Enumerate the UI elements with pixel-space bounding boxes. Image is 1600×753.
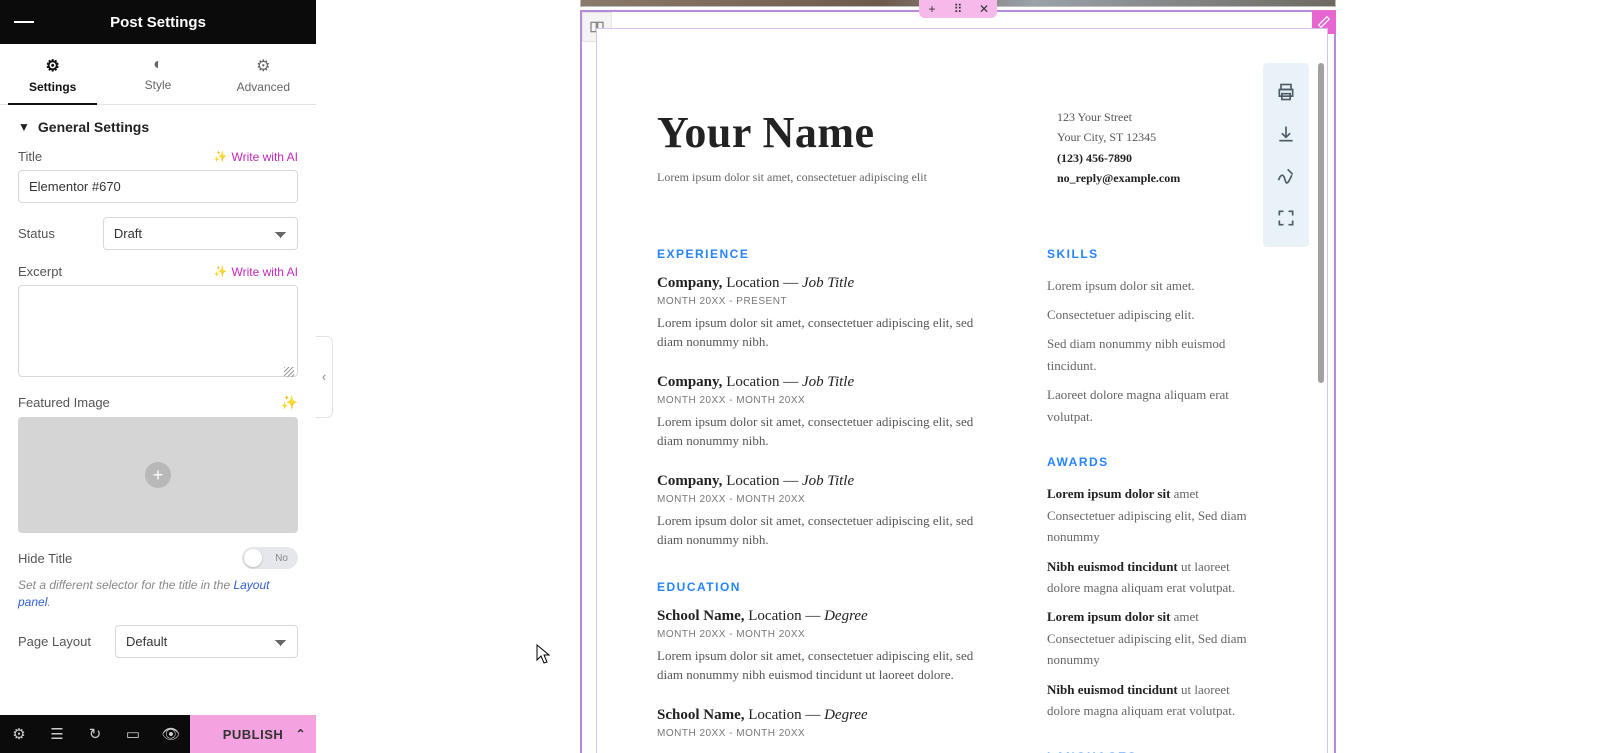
skill-item: Lorem ipsum dolor sit amet. [1047, 275, 1257, 296]
hide-title-hint: Set a different selector for the title i… [18, 577, 298, 611]
section-heading: General Settings [38, 119, 149, 135]
tab-label: Style [145, 78, 172, 92]
status-select[interactable]: Draft [103, 217, 298, 250]
tab-style[interactable]: ◐ Style [105, 44, 210, 104]
caret-down-icon: ▼ [18, 120, 30, 134]
selected-widget-container[interactable]: Your Name Lorem ipsum dolor sit amet, co… [580, 10, 1336, 753]
publish-button[interactable]: PUBLISH ⌃ [190, 715, 316, 753]
publish-label: PUBLISH [223, 727, 284, 742]
tab-advanced[interactable]: ⚙ Advanced [211, 44, 316, 104]
panel-title: Post Settings [110, 14, 206, 31]
tab-settings[interactable]: ⚙ Settings [0, 44, 105, 104]
field-page-layout: Page Layout Default [18, 625, 298, 658]
settings-panel: Post Settings ⚙ Settings ◐ Style ⚙ Advan… [0, 0, 317, 753]
history-icon[interactable]: ↻ [76, 715, 114, 753]
preview-icon[interactable]: 👁 [152, 715, 190, 753]
chevron-up-icon[interactable]: ⌃ [295, 727, 306, 741]
panel-bottom-bar: ⚙ ☰ ↻ ▭ 👁 PUBLISH ⌃ [0, 715, 316, 753]
contact-street: 123 Your Street [1057, 107, 1257, 127]
section-handle: + ⠿ ✕ [919, 0, 997, 18]
page-layout-label: Page Layout [18, 634, 91, 649]
sign-icon[interactable] [1263, 155, 1309, 197]
collapse-panel-handle[interactable]: ‹ [316, 336, 333, 418]
doc-viewport: Your Name Lorem ipsum dolor sit amet, co… [599, 31, 1315, 753]
education-item: School Name, Location — Degree MONTH 20X… [657, 707, 993, 739]
close-section-icon[interactable]: ✕ [971, 0, 997, 18]
drag-section-icon[interactable]: ⠿ [945, 0, 971, 18]
field-excerpt: Excerpt Write with AI [18, 264, 298, 380]
education-item: School Name, Location — Degree MONTH 20X… [657, 608, 993, 685]
responsive-icon[interactable]: ▭ [114, 715, 152, 753]
award-item: Lorem ipsum dolor sit amet Consectetuer … [1047, 606, 1257, 670]
doc-float-toolbar [1263, 63, 1309, 247]
plus-icon: + [145, 462, 171, 488]
add-section-icon[interactable]: + [919, 0, 945, 18]
title-label: Title [18, 149, 42, 164]
fullscreen-icon[interactable] [1263, 197, 1309, 239]
section-languages-heading: LANGUAGES [1047, 750, 1257, 753]
excerpt-label: Excerpt [18, 264, 62, 279]
skill-item: Laoreet dolore magna aliquam erat volutp… [1047, 384, 1257, 427]
award-item: Nibh euismod tincidunt ut laoreet dolore… [1047, 556, 1257, 599]
contact-city: Your City, ST 12345 [1057, 127, 1257, 147]
write-with-ai-title[interactable]: Write with AI [214, 150, 298, 164]
contrast-icon: ◐ [105, 56, 210, 74]
skill-item: Sed diam nonummy nibh euismod tincidunt. [1047, 333, 1257, 376]
download-icon[interactable] [1263, 113, 1309, 155]
panel-header: Post Settings [0, 0, 316, 44]
page-layout-select[interactable]: Default [115, 625, 298, 658]
resume-subtitle: Lorem ipsum dolor sit amet, consectetuer… [657, 170, 927, 185]
section-awards-heading: AWARDS [1047, 455, 1257, 469]
experience-item: Company, Location — Job Title MONTH 20XX… [657, 374, 993, 451]
tab-label: Advanced [237, 80, 290, 94]
panel-body: ▼ General Settings Title Write with AI S… [0, 105, 316, 715]
gear-icon: ⚙ [0, 56, 105, 76]
field-title: Title Write with AI [18, 149, 298, 203]
widgets-grid-icon[interactable] [282, 12, 302, 32]
resume-contact: 123 Your Street Your City, ST 12345 (123… [1057, 107, 1257, 189]
hide-title-label: Hide Title [18, 551, 72, 566]
skill-item: Consectetuer adipiscing elit. [1047, 304, 1257, 325]
award-item: Lorem ipsum dolor sit amet Consectetuer … [1047, 483, 1257, 547]
page-settings-icon[interactable]: ⚙ [0, 715, 38, 753]
title-input[interactable] [18, 170, 298, 203]
section-experience-heading: EXPERIENCE [657, 247, 993, 261]
award-item: Nibh euismod tincidunt ut laoreet dolore… [1047, 679, 1257, 722]
doc-inner-frame: Your Name Lorem ipsum dolor sit amet, co… [596, 28, 1328, 753]
panel-tabs: ⚙ Settings ◐ Style ⚙ Advanced [0, 44, 316, 105]
featured-image-picker[interactable]: + [18, 417, 298, 533]
section-education-heading: EDUCATION [657, 580, 993, 594]
contact-email: no_reply@example.com [1057, 168, 1257, 188]
section-skills-heading: SKILLS [1047, 247, 1257, 261]
excerpt-textarea[interactable] [18, 285, 298, 377]
menu-icon[interactable] [14, 12, 34, 32]
hide-title-toggle[interactable]: No [242, 547, 298, 569]
experience-item: Company, Location — Job Title MONTH 20XX… [657, 275, 993, 352]
navigator-icon[interactable]: ☰ [38, 715, 76, 753]
resize-grip-icon[interactable] [284, 367, 294, 377]
toggle-state: No [275, 553, 288, 564]
field-featured-image: Featured Image ✨ + [18, 394, 298, 533]
contact-phone: (123) 456-7890 [1057, 148, 1257, 168]
write-with-ai-excerpt[interactable]: Write with AI [214, 265, 298, 279]
resume-document: Your Name Lorem ipsum dolor sit amet, co… [599, 31, 1315, 753]
field-hide-title: Hide Title No Set a different selector f… [18, 547, 298, 611]
resume-name: Your Name [657, 107, 927, 158]
field-status: Status Draft [18, 217, 298, 250]
tab-label: Settings [29, 80, 76, 94]
doc-scrollbar[interactable] [1318, 63, 1324, 383]
print-icon[interactable] [1263, 71, 1309, 113]
status-label: Status [18, 226, 55, 241]
experience-item: Company, Location — Job Title MONTH 20XX… [657, 473, 993, 550]
section-general[interactable]: ▼ General Settings [18, 119, 298, 135]
gear-icon: ⚙ [211, 56, 316, 76]
featured-label: Featured Image [18, 395, 110, 410]
mouse-cursor-icon [536, 644, 550, 664]
editor-canvas: + ⠿ ✕ Your Name [316, 0, 1600, 753]
ai-sparkle-icon[interactable]: ✨ [281, 394, 298, 411]
